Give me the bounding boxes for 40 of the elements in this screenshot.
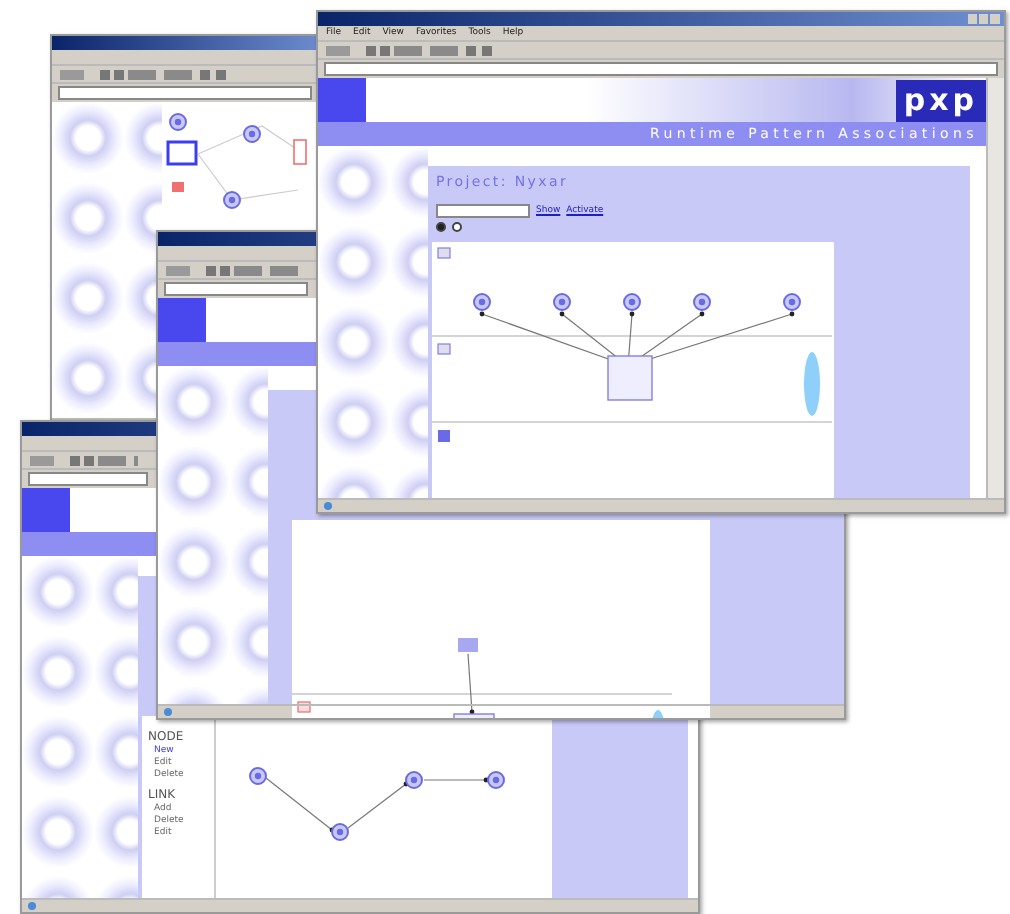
node-icon	[553, 293, 571, 311]
node-icon	[783, 293, 801, 311]
dropdown-field[interactable]	[436, 204, 530, 218]
globe-icon	[164, 708, 172, 716]
window-buttons-icon[interactable]	[968, 14, 1000, 24]
brand-logo: pxp	[895, 80, 986, 122]
globe-icon	[28, 902, 36, 910]
radio-button[interactable]	[436, 222, 446, 232]
section-icon	[297, 701, 311, 713]
scrollbar[interactable]	[986, 78, 1004, 498]
site-logo	[22, 488, 70, 532]
pattern-box	[607, 355, 653, 401]
node-icon	[487, 771, 505, 789]
oval-shape	[804, 352, 820, 416]
node-icon	[693, 293, 711, 311]
node-icon	[405, 771, 423, 789]
connector-arrow	[347, 781, 409, 829]
node-icon	[223, 191, 241, 209]
address-field[interactable]	[58, 86, 312, 100]
site-logo	[318, 78, 366, 122]
section-icon	[437, 343, 451, 355]
address-field[interactable]	[164, 282, 308, 296]
node-icon	[331, 823, 349, 841]
section-icon	[438, 430, 450, 442]
connector-arrow	[423, 777, 489, 783]
node-icon	[249, 767, 267, 785]
node-icon	[623, 293, 641, 311]
toolbar-icons-drawing[interactable]	[166, 265, 298, 275]
node-box	[293, 139, 307, 165]
address-field[interactable]	[324, 62, 998, 76]
node-icon	[473, 293, 491, 311]
globe-icon	[324, 502, 332, 510]
address-field[interactable]	[28, 472, 148, 486]
section-icon	[437, 247, 451, 259]
connector-arrow	[467, 653, 475, 715]
toolbar-icons-drawing[interactable]	[30, 455, 138, 465]
connector-line	[197, 125, 299, 201]
site-logo	[158, 298, 206, 342]
node-box	[172, 182, 184, 192]
radio-button[interactable]	[452, 222, 462, 232]
